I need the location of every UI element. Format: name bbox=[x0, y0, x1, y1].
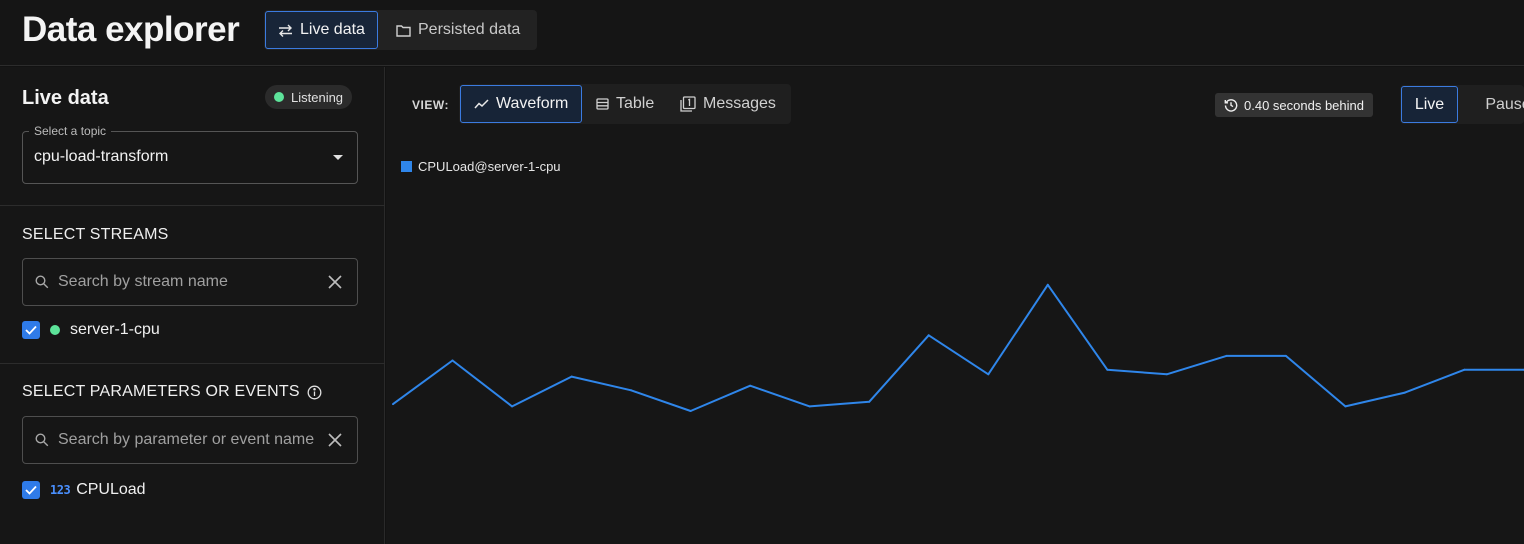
streams-title-text: SELECT STREAMS bbox=[22, 226, 169, 243]
data-point bbox=[808, 405, 811, 408]
params-section-title: SELECT PARAMETERS OR EVENTS bbox=[22, 383, 322, 401]
pause-label: Pause bbox=[1485, 95, 1524, 113]
data-point bbox=[1284, 354, 1287, 357]
data-point bbox=[689, 410, 692, 412]
table-label: Table bbox=[616, 95, 655, 112]
stream-search-input[interactable] bbox=[58, 271, 318, 293]
table-view-button[interactable]: Table bbox=[583, 85, 667, 123]
persisted-data-button[interactable]: Persisted data bbox=[384, 11, 532, 49]
sidebar: Live data Listening Select a topic cpu-l… bbox=[0, 67, 385, 544]
data-point bbox=[868, 400, 871, 403]
data-point bbox=[749, 384, 752, 387]
data-point bbox=[392, 403, 394, 406]
folder-icon bbox=[396, 24, 411, 37]
data-point bbox=[630, 389, 633, 392]
params-title-text: SELECT PARAMETERS OR EVENTS bbox=[22, 383, 300, 400]
data-point bbox=[927, 334, 930, 337]
search-icon bbox=[35, 275, 49, 289]
status-label: Listening bbox=[291, 89, 344, 105]
topic-select-label: Select a topic bbox=[29, 124, 112, 138]
top-bar: Data explorer Live data Persisted data bbox=[0, 0, 1524, 66]
param-search-input[interactable] bbox=[58, 429, 328, 451]
data-point bbox=[1225, 354, 1228, 357]
latency-badge: 0.40 seconds behind bbox=[1215, 93, 1373, 117]
data-point bbox=[511, 405, 514, 408]
live-data-label: Live data bbox=[300, 21, 365, 38]
divider bbox=[0, 205, 385, 206]
sidebar-title: Live data bbox=[22, 87, 109, 109]
latency-text: 0.40 seconds behind bbox=[1244, 97, 1364, 113]
view-label: VIEW: bbox=[412, 98, 449, 112]
data-point bbox=[1165, 373, 1168, 376]
streams-section-title: SELECT STREAMS bbox=[22, 226, 169, 244]
pause-button[interactable]: Pause bbox=[1473, 86, 1524, 123]
close-icon[interactable] bbox=[327, 432, 343, 448]
live-data-button[interactable]: Live data bbox=[265, 11, 378, 49]
chevron-down-icon bbox=[333, 155, 343, 160]
divider bbox=[0, 363, 385, 364]
info-icon[interactable] bbox=[307, 385, 322, 400]
waveform-chart[interactable] bbox=[386, 177, 1524, 544]
table-icon bbox=[596, 98, 609, 110]
data-point bbox=[1463, 368, 1466, 371]
legend-label: CPULoad@server-1-cpu bbox=[418, 159, 561, 174]
data-point bbox=[570, 375, 573, 378]
list-item: server-1-cpu bbox=[22, 320, 160, 340]
data-point bbox=[451, 359, 454, 362]
stream-search-field bbox=[22, 258, 358, 306]
data-point bbox=[1046, 283, 1049, 286]
data-point bbox=[1403, 391, 1406, 394]
messages-view-button[interactable]: Messages bbox=[667, 85, 789, 123]
waveform-icon bbox=[474, 99, 489, 109]
chart-legend: CPULoad@server-1-cpu bbox=[401, 159, 561, 174]
topic-select[interactable]: Select a topic cpu-load-transform bbox=[22, 124, 358, 184]
swap-arrows-icon bbox=[279, 24, 292, 37]
checkmark-icon bbox=[25, 325, 37, 335]
history-icon bbox=[1224, 99, 1238, 112]
main-panel: VIEW: Waveform Table Messages 0.40 secon… bbox=[386, 67, 1524, 544]
checkmark-icon bbox=[25, 485, 37, 495]
waveform-view-button[interactable]: Waveform bbox=[460, 85, 583, 123]
param-checkbox[interactable] bbox=[22, 481, 40, 499]
live-label: Live bbox=[1414, 95, 1445, 113]
series-line bbox=[392, 283, 1524, 412]
topic-select-value: cpu-load-transform bbox=[34, 148, 169, 165]
live-button[interactable]: Live bbox=[1401, 86, 1458, 123]
status-badge: Listening bbox=[265, 85, 353, 109]
mode-toggle-group: Live data Persisted data bbox=[264, 10, 537, 50]
status-dot-icon bbox=[274, 92, 284, 102]
numeric-type-icon: 123 bbox=[50, 483, 71, 497]
list-item: 123 CPULoad bbox=[22, 480, 146, 500]
close-icon[interactable] bbox=[327, 274, 343, 290]
waveform-label: Waveform bbox=[496, 95, 569, 112]
data-point bbox=[1344, 405, 1347, 408]
messages-label: Messages bbox=[703, 95, 776, 112]
stream-status-dot-icon bbox=[50, 325, 60, 335]
param-search-field bbox=[22, 416, 358, 464]
data-point bbox=[987, 373, 990, 376]
data-point bbox=[1106, 368, 1109, 371]
stream-label: server-1-cpu bbox=[70, 321, 160, 338]
view-toggle-group: Waveform Table Messages bbox=[459, 84, 791, 124]
playback-toggle-group: Live Pause bbox=[1400, 85, 1524, 124]
param-label: CPULoad bbox=[76, 481, 146, 498]
legend-swatch bbox=[401, 161, 412, 172]
stream-checkbox[interactable] bbox=[22, 321, 40, 339]
search-icon bbox=[35, 433, 49, 447]
messages-icon bbox=[680, 96, 696, 112]
persisted-data-label: Persisted data bbox=[418, 21, 521, 38]
page-title: Data explorer bbox=[22, 10, 240, 49]
